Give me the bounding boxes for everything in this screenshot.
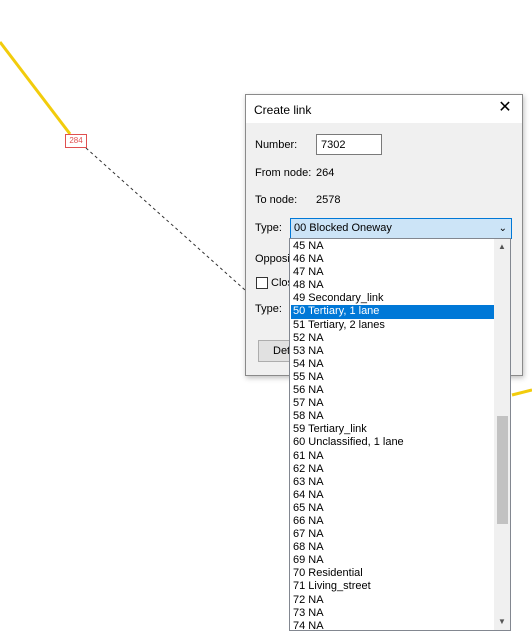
dropdown-option[interactable]: 56 NA <box>291 384 495 397</box>
dropdown-option[interactable]: 45 NA <box>291 240 495 253</box>
dropdown-option[interactable]: 51 Tertiary, 2 lanes <box>291 319 495 332</box>
from-node-value: 264 <box>316 167 335 179</box>
dropdown-option[interactable]: 60 Unclassified, 1 lane <box>291 436 495 449</box>
scroll-up-icon[interactable]: ▲ <box>494 240 510 254</box>
dropdown-items: 45 NA 46 NA 47 NA 48 NA 49 Secondary_link 50 … <box>291 240 495 630</box>
dropdown-option[interactable]: 70 Residential <box>291 567 495 580</box>
dropdown-option[interactable]: 61 NA <box>291 450 495 463</box>
dropdown-option[interactable]: 67 NA <box>291 528 495 541</box>
scroll-thumb[interactable] <box>497 416 508 524</box>
dropdown-option[interactable]: 55 NA <box>291 371 495 384</box>
dropdown-option[interactable]: 49 Secondary_link <box>291 292 495 305</box>
dropdown-option[interactable]: 53 NA <box>291 345 495 358</box>
dropdown-option[interactable]: 59 Tertiary_link <box>291 423 495 436</box>
road-segment-right[interactable] <box>511 388 532 397</box>
dialog-titlebar[interactable]: Create link ✕ <box>246 95 522 123</box>
type2-label: Type: <box>255 303 282 315</box>
dropdown-option[interactable]: 63 NA <box>291 476 495 489</box>
scroll-down-icon[interactable]: ▼ <box>494 615 510 629</box>
dropdown-option[interactable]: 74 NA <box>291 620 495 630</box>
close-checkbox[interactable] <box>256 277 268 289</box>
new-link-preview <box>85 147 246 291</box>
type-dropdown-list[interactable]: 45 NA 46 NA 47 NA 48 NA 49 Secondary_link 50 … <box>289 238 511 631</box>
type-select[interactable]: 00 Blocked Oneway ⌄ <box>290 218 512 239</box>
road-segment[interactable] <box>0 41 72 135</box>
dropdown-option[interactable]: 50 Tertiary, 1 lane <box>291 305 495 319</box>
dropdown-option[interactable]: 69 NA <box>291 554 495 567</box>
dropdown-option[interactable]: 58 NA <box>291 410 495 423</box>
dialog-title: Create link <box>254 103 312 117</box>
dropdown-scrollbar[interactable]: ▲ ▼ <box>494 239 510 630</box>
type-label: Type: <box>255 222 282 234</box>
node-label[interactable]: 284 <box>65 134 87 148</box>
dropdown-option[interactable]: 57 NA <box>291 397 495 410</box>
dropdown-option[interactable]: 72 NA <box>291 594 495 607</box>
from-node-label: From node: <box>255 167 312 179</box>
to-node-value: 2578 <box>316 194 341 206</box>
dropdown-option[interactable]: 48 NA <box>291 279 495 292</box>
close-icon[interactable]: ✕ <box>496 99 514 117</box>
number-label: Number: <box>255 139 298 151</box>
dropdown-option[interactable]: 46 NA <box>291 253 495 266</box>
dropdown-option[interactable]: 65 NA <box>291 502 495 515</box>
type-select-value: 00 Blocked Oneway <box>294 222 392 234</box>
dropdown-option[interactable]: 73 NA <box>291 607 495 620</box>
number-field[interactable]: 7302 <box>316 134 382 155</box>
chevron-down-icon[interactable]: ⌄ <box>499 219 507 238</box>
to-node-label: To node: <box>255 194 298 206</box>
dropdown-option[interactable]: 68 NA <box>291 541 495 554</box>
dropdown-option[interactable]: 64 NA <box>291 489 495 502</box>
dropdown-option[interactable]: 62 NA <box>291 463 495 476</box>
dropdown-option[interactable]: 71 Living_street <box>291 580 495 593</box>
dropdown-option[interactable]: 47 NA <box>291 266 495 279</box>
dropdown-option[interactable]: 54 NA <box>291 358 495 371</box>
opposite-label: Opposi <box>255 253 290 265</box>
dropdown-option[interactable]: 52 NA <box>291 332 495 345</box>
dropdown-option[interactable]: 66 NA <box>291 515 495 528</box>
